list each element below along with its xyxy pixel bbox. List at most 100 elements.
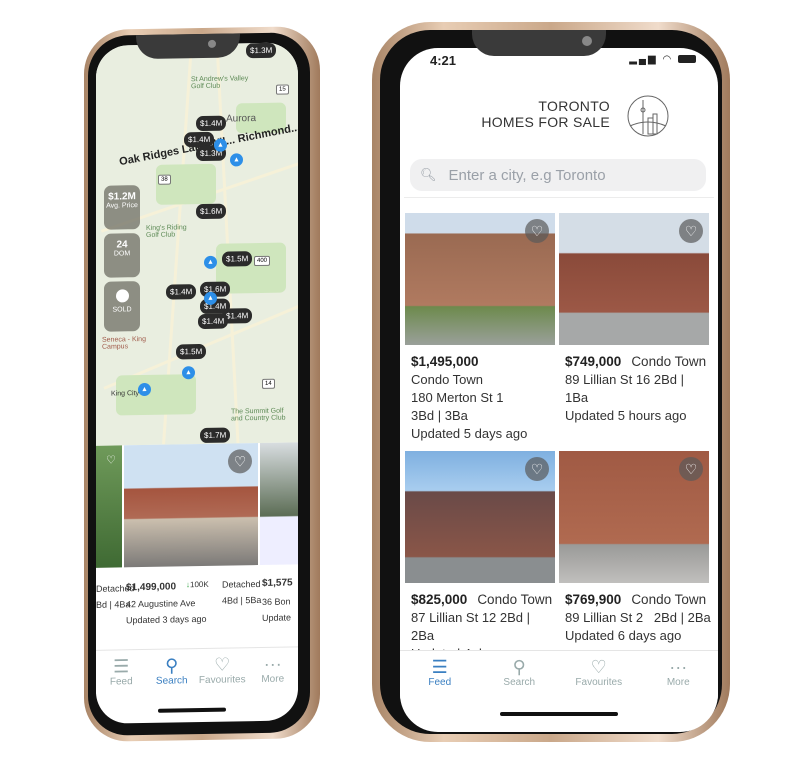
- listing-address: 87 Lillian St 12 2Bd | 2Ba: [411, 610, 531, 643]
- listing-type: Condo Town: [411, 372, 484, 387]
- listing-photo[interactable]: ♡: [559, 451, 709, 583]
- search-icon: ⚲: [165, 655, 179, 676]
- list-icon: ☰: [113, 656, 130, 677]
- list-icon: ☰: [431, 657, 448, 677]
- logo-line1: TORONTO: [538, 98, 610, 114]
- route-shield: 14: [262, 378, 275, 389]
- tab-label: More: [261, 673, 285, 685]
- price-change: ↓100K: [186, 578, 209, 592]
- tab-label: Feed: [109, 676, 133, 688]
- tab-search[interactable]: ⚲ Search: [147, 649, 198, 693]
- home-indicator[interactable]: [500, 712, 618, 716]
- tab-feed[interactable]: ☰ Feed: [96, 650, 147, 694]
- price: $749,000: [565, 354, 622, 369]
- listing-address: 180 Merton St 1: [411, 390, 504, 405]
- tab-label: Favourites: [198, 674, 246, 687]
- tab-search[interactable]: ⚲ Search: [480, 651, 560, 700]
- listing-photo[interactable]: ♡: [405, 213, 555, 345]
- listing-type: Condo Town: [477, 592, 553, 607]
- listing-updated: Updated 6 days ago: [565, 628, 682, 643]
- notch: [472, 30, 606, 56]
- listing-card[interactable]: ♡ $1,495,000 Condo Town 180 Merton St 1 …: [405, 213, 555, 443]
- heart-icon[interactable]: ♡: [228, 449, 252, 474]
- heart-icon[interactable]: ♡: [525, 457, 549, 481]
- listing-address: 89 Lillian St 16 2Bd | 1Ba: [565, 372, 685, 405]
- tab-label: More: [666, 677, 690, 688]
- search-placeholder: Enter a city, e.g Toronto: [448, 166, 606, 184]
- price-marker[interactable]: $1.7M: [200, 427, 231, 444]
- dom-stat[interactable]: 24 DOM: [104, 233, 140, 278]
- route-shield: 15: [276, 84, 289, 95]
- cn-tower-icon: [627, 95, 669, 137]
- heart-icon[interactable]: ♡: [679, 457, 703, 481]
- tab-label: Feed: [428, 677, 452, 688]
- price-marker[interactable]: $1.6M: [196, 203, 227, 220]
- listing-type: Condo Town: [631, 592, 707, 607]
- heart-icon[interactable]: ♡: [679, 219, 703, 243]
- wifi-icon: ◠: [662, 54, 674, 65]
- price: $769,900: [565, 592, 622, 607]
- status-time: 4:21: [430, 53, 457, 68]
- price-marker[interactable]: $1.5M: [176, 343, 207, 360]
- status-icons: ▂▄▆ ◠: [629, 54, 696, 65]
- tab-favourites[interactable]: ♡ Favourites: [559, 651, 639, 700]
- price-marker[interactable]: $1.5M: [222, 251, 253, 267]
- listing-carousel[interactable]: ♡ ♡ Detached Bd | 4Ba $1,499,000 ↓100K D…: [96, 442, 298, 656]
- route-shield: 400: [254, 255, 271, 267]
- camera: [582, 36, 592, 46]
- listing-photo[interactable]: ♡: [96, 445, 122, 568]
- app-logo: TORONTO HOMES FOR SALE: [470, 94, 670, 142]
- listing-address: 89 Lillian St 2 2Bd | 2Ba: [565, 610, 711, 625]
- listing-photo[interactable]: ♡: [124, 443, 258, 568]
- sold-toggle[interactable]: SOLD: [104, 281, 140, 332]
- home-indicator[interactable]: [158, 707, 226, 713]
- listing-updated: Updated 5 days ago: [411, 426, 528, 441]
- avg-price-value: $1.2M: [108, 191, 136, 203]
- toggle-knob: [115, 289, 129, 303]
- avg-price-stat[interactable]: $1.2M Avg. Price: [104, 185, 140, 230]
- map-label-aurora: Aurora: [226, 113, 257, 125]
- school-pin-icon[interactable]: ▲: [230, 153, 243, 167]
- right-tab-bar: ☰ Feed ⚲ Search ♡ Favourites ··· More: [400, 650, 718, 700]
- left-tab-bar: ☰ Feed ⚲ Search ♡ Favourites ··· More: [96, 646, 298, 694]
- tab-more[interactable]: ··· More: [248, 647, 299, 691]
- listing-photo[interactable]: [260, 442, 298, 565]
- notch: [136, 33, 240, 60]
- dom-value: 24: [116, 239, 128, 251]
- map-label-golf: King's Riding Golf Club: [146, 224, 187, 239]
- divider: [404, 197, 714, 198]
- price: $825,000: [411, 592, 468, 607]
- tab-favourites[interactable]: ♡ Favourites: [197, 648, 248, 692]
- listing-card[interactable]: ♡ $769,900 Condo Town 89 Lillian St 2 2Bd…: [559, 451, 711, 645]
- price-marker[interactable]: $1.4M: [198, 313, 229, 330]
- map-view[interactable]: Oak Ridges Lake Wil... Richmond... Auror…: [96, 42, 298, 446]
- listing-type: Detached: [222, 578, 261, 590]
- listing-price: $749,000 Condo Town: [559, 353, 709, 371]
- price-marker[interactable]: $1.3M: [246, 42, 277, 59]
- logo-line2: HOMES FOR SALE: [481, 114, 610, 130]
- listing-card[interactable]: ♡ $749,000 Condo Town 89 Lillian St 16 2B…: [559, 213, 709, 425]
- listing-address: 42 Augustine Ave: [126, 598, 196, 610]
- heart-icon[interactable]: ♡: [106, 454, 116, 467]
- right-phone: 4:21 ▂▄▆ ◠ TORONTO HOMES FOR SALE 🔍︎ Ente…: [372, 22, 730, 742]
- tab-label: Search: [503, 677, 536, 688]
- city-search-input[interactable]: 🔍︎ Enter a city, e.g Toronto: [410, 159, 706, 191]
- tab-more[interactable]: ··· More: [639, 651, 719, 700]
- listing-type: Condo Town: [631, 354, 707, 369]
- price-marker[interactable]: $1.4M: [166, 284, 197, 300]
- listing-card[interactable]: ♡ $825,000 Condo Town 87 Lillian St 12 2B…: [405, 451, 555, 663]
- listing-beds-baths: 3Bd | 3Ba: [411, 408, 468, 423]
- listing-photo[interactable]: ♡: [405, 451, 555, 583]
- tab-feed[interactable]: ☰ Feed: [400, 651, 480, 700]
- tab-label: Favourites: [575, 677, 623, 688]
- map-label-seneca: Seneca - King Campus: [102, 335, 146, 351]
- listing-photo[interactable]: ♡: [559, 213, 709, 345]
- heart-icon[interactable]: ♡: [525, 219, 549, 243]
- route-shield: 38: [158, 174, 171, 185]
- listing-price: $769,900 Condo Town: [559, 591, 709, 609]
- search-icon: ⚲: [512, 657, 526, 677]
- more-icon: ···: [669, 657, 688, 677]
- price-marker[interactable]: $1.4M: [196, 115, 227, 132]
- left-phone-screen: Oak Ridges Lake Wil... Richmond... Auror…: [96, 42, 298, 724]
- listing-beds-baths: 4Bd | 5Ba: [222, 594, 262, 606]
